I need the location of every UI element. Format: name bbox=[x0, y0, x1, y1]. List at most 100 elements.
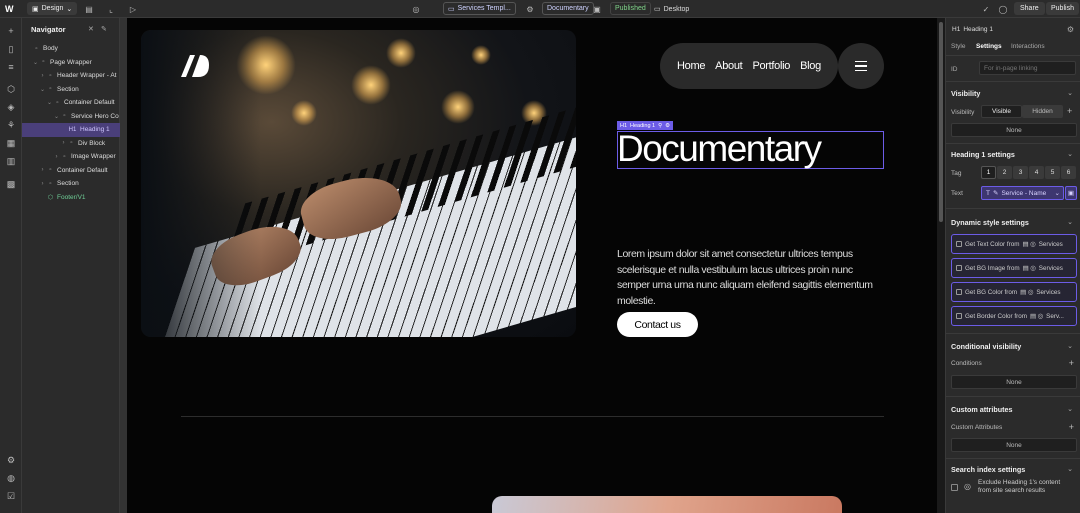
settings-icon[interactable]: ⚙ bbox=[5, 454, 17, 466]
navigator-scrollbar[interactable] bbox=[120, 18, 127, 513]
tree-item-section[interactable]: ⌄ ▫ Section bbox=[22, 83, 120, 97]
tree-item-div-block[interactable]: › ▫ Div Block bbox=[22, 137, 120, 151]
navigator-icon[interactable]: ≡ bbox=[5, 61, 17, 73]
dynamic-border-color[interactable]: Get Border Color from ▤ ◎ Serv... bbox=[951, 306, 1077, 326]
nav-link-about[interactable]: About bbox=[715, 60, 743, 72]
collapse-icon[interactable]: ✕ bbox=[88, 25, 94, 33]
chevron-right-icon[interactable]: › bbox=[39, 167, 46, 173]
chevron-down-icon[interactable]: ⌄ bbox=[1067, 405, 1073, 413]
custom-attributes-value[interactable]: None bbox=[951, 438, 1077, 452]
tag-h5[interactable]: 5 bbox=[1045, 166, 1060, 179]
chevron-down-icon[interactable]: ⌄ bbox=[39, 86, 46, 93]
tree-item-service-hero[interactable]: ⌄ ▫ Service Hero Co bbox=[22, 110, 120, 124]
chevron-down-icon[interactable]: ⌄ bbox=[1067, 342, 1073, 350]
hamburger-menu-icon[interactable] bbox=[838, 43, 884, 89]
collection-item-selector[interactable]: Documentary bbox=[542, 2, 594, 15]
chevron-down-icon[interactable]: ⌄ bbox=[46, 99, 53, 106]
pages-icon[interactable]: ▯ bbox=[5, 43, 17, 55]
variables-icon[interactable]: ◈ bbox=[5, 101, 17, 113]
hero-paragraph[interactable]: Lorem ipsum dolor sit amet consectetur u… bbox=[617, 247, 882, 309]
add-icon[interactable]: + bbox=[5, 25, 17, 37]
add-icon[interactable]: + bbox=[1067, 106, 1072, 116]
check-icon[interactable]: ✓ bbox=[980, 0, 992, 18]
checkbox-icon[interactable] bbox=[956, 289, 962, 295]
tree-item-footer[interactable]: ⬡ Footer/V1 bbox=[22, 191, 120, 205]
tree-item-page-wrapper[interactable]: ⌄ ▫ Page Wrapper bbox=[22, 56, 120, 70]
tree-item-container-default-2[interactable]: › ▫ Container Default bbox=[22, 164, 120, 178]
canvas-scrollbar[interactable] bbox=[937, 18, 945, 513]
dynamic-bg-color[interactable]: Get BG Color from ▤ ◎ Services bbox=[951, 282, 1077, 302]
globe-icon[interactable]: ◎ bbox=[410, 0, 422, 18]
site-logo[interactable] bbox=[181, 55, 209, 77]
checkbox-icon[interactable] bbox=[956, 313, 962, 319]
page-heading[interactable]: Documentary bbox=[617, 129, 822, 169]
chevron-down-icon[interactable]: ⌄ bbox=[1067, 150, 1073, 158]
chevron-down-icon[interactable]: ⌄ bbox=[32, 59, 39, 66]
chevron-down-icon[interactable]: ⌄ bbox=[1067, 465, 1073, 473]
cms-item-icon[interactable]: ▣ bbox=[591, 0, 603, 18]
page-selector[interactable]: ▭ Services Templ... bbox=[443, 2, 516, 15]
checkbox-icon[interactable] bbox=[956, 265, 962, 271]
chevron-down-icon[interactable]: ⌄ bbox=[53, 113, 60, 120]
tag-h4[interactable]: 4 bbox=[1029, 166, 1044, 179]
styles-icon[interactable]: ⚘ bbox=[5, 119, 17, 131]
design-mode-dropdown[interactable]: ▣ Design ⌄ bbox=[27, 2, 78, 15]
tree-item-body[interactable]: ▫ Body bbox=[22, 42, 120, 56]
add-icon[interactable]: + bbox=[1069, 358, 1074, 368]
share-button[interactable]: Share bbox=[1014, 2, 1045, 15]
chevron-down-icon[interactable]: ⌄ bbox=[1067, 89, 1073, 97]
collection-icon: ▤ ◎ bbox=[1022, 264, 1036, 272]
tree-item-image-wrapper[interactable]: › ▫ Image Wrapper bbox=[22, 150, 120, 164]
cms-collections-icon[interactable]: ▥ bbox=[5, 155, 17, 167]
chevron-right-icon[interactable]: › bbox=[53, 154, 60, 160]
text-binding-field[interactable]: T ✎ Service - Name ⌄ bbox=[981, 186, 1064, 200]
cms-binding-icon[interactable]: ▣ bbox=[1065, 186, 1077, 200]
exclude-checkbox[interactable] bbox=[951, 484, 958, 491]
breakpoint-selector[interactable]: ▭ Desktop bbox=[654, 0, 689, 18]
chevron-down-icon[interactable]: ⌄ bbox=[1067, 218, 1073, 226]
tasks-icon[interactable]: ☑ bbox=[5, 490, 17, 502]
chevron-right-icon[interactable]: › bbox=[39, 181, 46, 187]
nav-link-portfolio[interactable]: Portfolio bbox=[752, 60, 790, 72]
conditions-label: Conditions bbox=[951, 360, 982, 367]
cms-icon[interactable]: ▤ bbox=[83, 0, 95, 18]
element-settings-icon[interactable]: ⚙ bbox=[1067, 25, 1074, 34]
assets-icon[interactable]: ▦ bbox=[5, 137, 17, 149]
tab-style[interactable]: Style bbox=[951, 43, 965, 50]
tag-h3[interactable]: 3 bbox=[1013, 166, 1028, 179]
chevron-right-icon[interactable]: › bbox=[39, 73, 46, 79]
pin-icon[interactable]: ✎ bbox=[101, 25, 107, 33]
checkbox-icon[interactable] bbox=[956, 241, 962, 247]
comments-icon[interactable]: ◯ bbox=[997, 0, 1009, 18]
contact-button[interactable]: Contact us bbox=[617, 312, 698, 337]
preview-play-icon[interactable]: ▷ bbox=[127, 0, 139, 18]
id-input[interactable] bbox=[979, 61, 1076, 75]
tab-settings[interactable]: Settings bbox=[976, 43, 1002, 50]
page-settings-icon[interactable]: ⚙ bbox=[524, 0, 536, 18]
components-icon[interactable]: ⬡ bbox=[5, 83, 17, 95]
visibility-visible[interactable]: Visible bbox=[981, 105, 1022, 118]
tab-interactions[interactable]: Interactions bbox=[1011, 43, 1045, 50]
chevron-right-icon[interactable]: › bbox=[60, 140, 67, 146]
visibility-hidden[interactable]: Hidden bbox=[1022, 105, 1063, 118]
tag-h6[interactable]: 6 bbox=[1061, 166, 1076, 179]
dynamic-text-color[interactable]: Get Text Color from ▤ ◎ Services bbox=[951, 234, 1077, 254]
add-icon[interactable]: + bbox=[1069, 422, 1074, 432]
analytics-icon[interactable]: ⌞ bbox=[105, 0, 117, 18]
tag-h2[interactable]: 2 bbox=[997, 166, 1012, 179]
tree-item-container-default[interactable]: ⌄ ▫ Container Default bbox=[22, 96, 120, 110]
dynamic-bg-image[interactable]: Get BG Image from ▤ ◎ Services bbox=[951, 258, 1077, 278]
tag-h1[interactable]: 1 bbox=[981, 166, 996, 179]
nav-link-home[interactable]: Home bbox=[677, 60, 705, 72]
design-canvas[interactable]: Home About Portfolio Blog H1 Heading 1 ⚲… bbox=[127, 18, 937, 513]
tree-item-heading-1[interactable]: H1 Heading 1 bbox=[22, 123, 120, 137]
audit-icon[interactable]: ◍ bbox=[5, 472, 17, 484]
apps-icon[interactable]: ▩ bbox=[5, 178, 17, 190]
visibility-conditions[interactable]: None bbox=[951, 123, 1077, 137]
tree-item-header-wrapper[interactable]: › ▫ Header Wrapper - At bbox=[22, 69, 120, 83]
webflow-logo[interactable]: W bbox=[5, 0, 17, 18]
tree-item-section-2[interactable]: › ▫ Section bbox=[22, 177, 120, 191]
publish-button[interactable]: Publish bbox=[1046, 2, 1079, 15]
nav-link-blog[interactable]: Blog bbox=[800, 60, 821, 72]
conditions-value[interactable]: None bbox=[951, 375, 1077, 389]
